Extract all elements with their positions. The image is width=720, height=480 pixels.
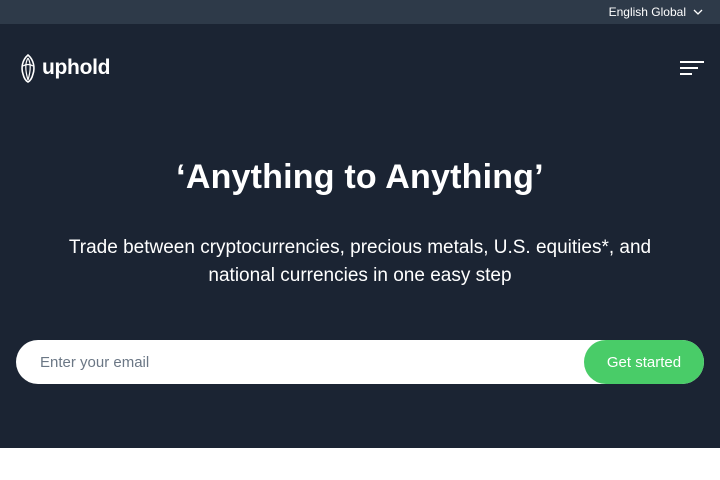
signup-form: Get started [16,340,704,384]
logo-text: uphold [42,56,111,79]
top-bar: English Global [0,0,720,24]
next-section [0,448,720,480]
hamburger-menu-icon [680,61,704,75]
hero-subtitle: Trade between cryptocurrencies, precious… [68,237,652,286]
menu-button[interactable] [680,60,704,76]
language-label: English Global [608,5,686,19]
uphold-logo[interactable]: uphold [16,52,110,84]
language-selector[interactable]: English Global [609,5,704,19]
email-input[interactable] [16,340,584,384]
chevron-down-icon [693,9,703,15]
hero-section: uphold ‘Anything to Anything’ Trade betw… [0,24,720,448]
hero-headline: ‘Anything to Anything’ [176,158,544,196]
get-started-button[interactable]: Get started [584,340,704,384]
uphold-logo-icon [21,53,35,83]
